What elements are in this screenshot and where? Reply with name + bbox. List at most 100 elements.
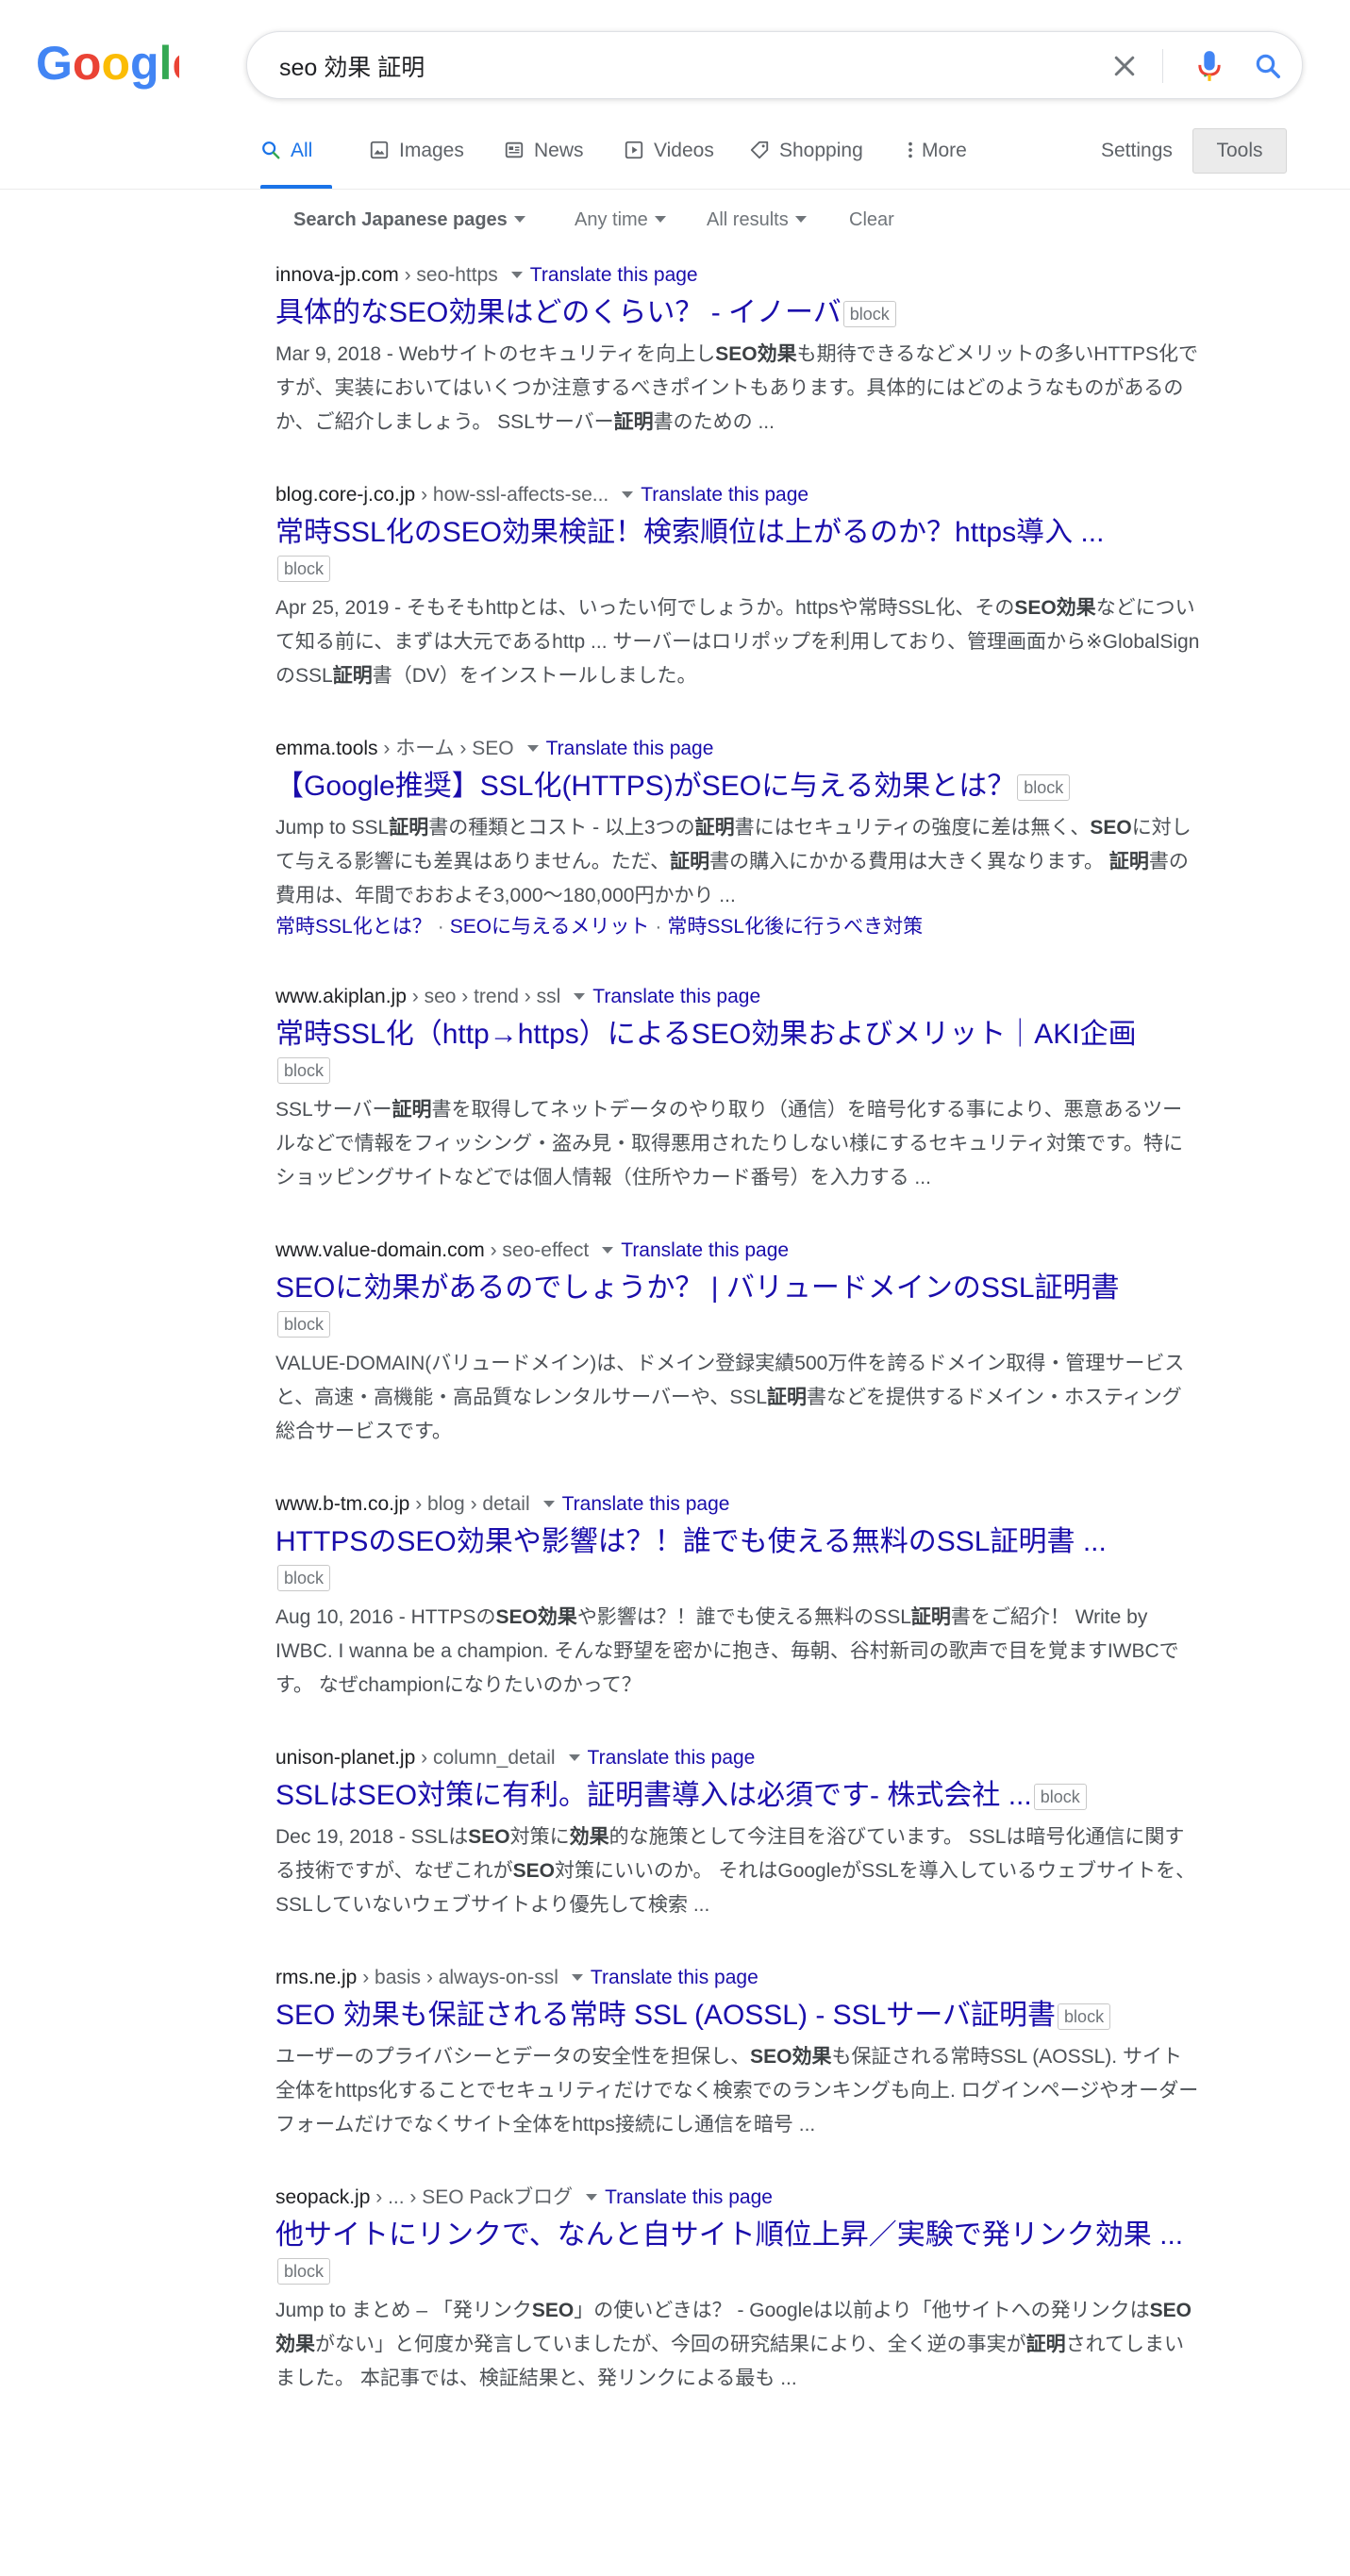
block-button[interactable]: block bbox=[277, 1057, 331, 1084]
result-title-row: SSLはSEO対策に有利。証明書導入は必須です- 株式会社 ... block bbox=[275, 1776, 1200, 1815]
snippet-highlight: 証明 bbox=[694, 817, 735, 839]
result-snippet: SSLサーバー証明書を取得してネットデータのやり取り（通信）を暗号化する事により… bbox=[275, 1093, 1200, 1195]
result-options-caret[interactable] bbox=[510, 272, 523, 278]
result-title-row: 他サイトにリンクで、なんと自サイト順位上昇／実験で発リンク効果 ... bbox=[275, 2216, 1200, 2254]
snippet-text: Jump to SSL bbox=[275, 817, 390, 839]
result-site: www.b-tm.co.jp bbox=[275, 1493, 410, 1515]
block-button[interactable]: block bbox=[1017, 774, 1071, 802]
block-button[interactable]: block bbox=[1058, 2003, 1111, 2031]
block-button[interactable]: block bbox=[1033, 1784, 1087, 1811]
result-snippet: Jump to まとめ – 「発リンクSEO」の使いどきは？ - Googleは… bbox=[275, 2294, 1200, 2396]
snippet-text: 書の購入にかかる費用は大きく異なります。 bbox=[709, 851, 1109, 873]
snippet-text: 書にはセキュリティの強度に差は無く、 bbox=[734, 817, 1091, 839]
clear-filters-link[interactable]: Clear bbox=[849, 209, 894, 231]
google-logo-wordmark: Google bbox=[36, 37, 179, 90]
result-path: › seo-https bbox=[398, 264, 498, 286]
block-button[interactable]: block bbox=[842, 301, 896, 328]
block-button[interactable]: block bbox=[277, 2258, 331, 2285]
translate-link[interactable]: Translate this page bbox=[530, 264, 698, 286]
google-logo[interactable]: Google bbox=[36, 36, 179, 91]
block-button[interactable]: block bbox=[277, 1311, 331, 1338]
result-options-caret[interactable] bbox=[571, 1974, 583, 1981]
clear-search-button[interactable] bbox=[1106, 47, 1143, 85]
result-snippet: Mar 9, 2018 - Webサイトのセキュリティを向上しSEO効果も期待で… bbox=[275, 338, 1200, 440]
time-filter[interactable]: Any time bbox=[575, 209, 666, 231]
search-icon bbox=[260, 140, 281, 160]
sitelink[interactable]: 常時SSL化とは？ bbox=[275, 916, 432, 938]
search-button[interactable] bbox=[1249, 47, 1287, 85]
snippet-highlight: SEO効果 bbox=[495, 1606, 577, 1628]
search-box-divider bbox=[1162, 49, 1163, 83]
result-title-link[interactable]: SEO 効果も保証される常時 SSL (AOSSL) - SSLサーバ証明書 bbox=[275, 2000, 1056, 2031]
result-title-link[interactable]: SEOに効果があるのでしょうか？ | バリュードメインのSSL証明書 bbox=[275, 1272, 1120, 1304]
translate-link[interactable]: Translate this page bbox=[591, 1967, 758, 1988]
tab-images[interactable]: Images bbox=[369, 128, 464, 189]
snippet-highlight: SEO効果 bbox=[715, 343, 797, 365]
translate-link[interactable]: Translate this page bbox=[605, 2186, 773, 2208]
result-title-link[interactable]: 常時SSL化のSEO効果検証！検索順位は上がるのか？https導入 ... bbox=[275, 517, 1104, 548]
search-input[interactable] bbox=[277, 45, 1055, 87]
result-title-link[interactable]: 【Google推奨】SSL化(HTTPS)がSEOに与える効果とは？ bbox=[275, 771, 1015, 802]
voice-search-button[interactable] bbox=[1191, 47, 1228, 85]
translate-link[interactable]: Translate this page bbox=[641, 484, 808, 506]
snippet-text: 書の種類とコスト - 以上3つの bbox=[428, 817, 695, 839]
result-title-row: 【Google推奨】SSL化(HTTPS)がSEOに与える効果とは？ block bbox=[275, 767, 1200, 806]
result-site: www.value-domain.com bbox=[275, 1239, 485, 1261]
sitelink-separator: · bbox=[655, 916, 662, 938]
result-url: rms.ne.jp › basis › always-on-ssl Transla… bbox=[275, 1965, 1200, 1991]
snippet-highlight: 証明 bbox=[389, 817, 429, 839]
chevron-down-icon bbox=[654, 216, 666, 223]
snippet-text: 対策に bbox=[509, 1826, 570, 1848]
tab-all[interactable]: All bbox=[260, 128, 332, 189]
sitelink[interactable]: 常時SSL化後に行うべき対策 bbox=[667, 916, 923, 938]
snippet-text: 書（DV）をインストールしました。 bbox=[372, 665, 697, 687]
video-icon bbox=[624, 140, 644, 160]
result-options-caret[interactable] bbox=[574, 993, 586, 1000]
result-title-link[interactable]: SSLはSEO対策に有利。証明書導入は必須です- 株式会社 ... bbox=[275, 1780, 1032, 1811]
translate-link[interactable]: Translate this page bbox=[562, 1493, 730, 1515]
result-options-caret[interactable] bbox=[568, 1754, 580, 1761]
result-title-row: SEOに効果があるのでしょうか？ | バリュードメインのSSL証明書 bbox=[275, 1269, 1200, 1307]
result-options-caret[interactable] bbox=[586, 2194, 598, 2201]
block-button[interactable]: block bbox=[277, 556, 331, 582]
sitelink[interactable]: SEOに与えるメリット bbox=[450, 916, 650, 938]
result-options-caret[interactable] bbox=[526, 745, 539, 752]
translate-link[interactable]: Translate this page bbox=[592, 986, 760, 1007]
block-button[interactable]: block bbox=[277, 1565, 331, 1591]
result-url: www.akiplan.jp › seo › trend › ssl Transl… bbox=[275, 984, 1200, 1010]
results-filter[interactable]: All results bbox=[707, 209, 807, 231]
snippet-highlight: SEO bbox=[531, 2300, 575, 2321]
search-result: www.b-tm.co.jp › blog › detail Translate … bbox=[275, 1491, 1200, 1703]
chevron-down-icon bbox=[513, 216, 525, 223]
settings-link[interactable]: Settings bbox=[1101, 140, 1173, 162]
tab-more[interactable]: More bbox=[907, 128, 967, 189]
result-title-link[interactable]: 他サイトにリンクで、なんと自サイト順位上昇／実験で発リンク効果 ... bbox=[275, 2219, 1183, 2251]
tab-more-label: More bbox=[922, 140, 967, 161]
result-options-caret[interactable] bbox=[542, 1501, 555, 1507]
tab-news[interactable]: News bbox=[504, 128, 584, 189]
result-title-link[interactable]: 常時SSL化（http→https）によるSEO効果およびメリット｜AKI企画 bbox=[275, 1019, 1137, 1050]
search-result: unison-planet.jp › column_detail Translat… bbox=[275, 1745, 1200, 1922]
snippet-highlight: 証明 bbox=[1108, 851, 1149, 873]
result-title-link[interactable]: 具体的なSEO効果はどのくらい？ - イノーバ bbox=[275, 297, 842, 328]
result-options-caret[interactable] bbox=[602, 1247, 614, 1254]
translate-link[interactable]: Translate this page bbox=[546, 738, 714, 759]
news-icon bbox=[504, 140, 525, 160]
snippet-text: や影響は？！誰でも使える無料のSSL bbox=[576, 1606, 911, 1628]
tab-news-label: News bbox=[534, 140, 584, 161]
result-site: seopack.jp bbox=[275, 2186, 371, 2208]
tab-videos[interactable]: Videos bbox=[624, 128, 714, 189]
result-title-link[interactable]: HTTPSのSEO効果や影響は？！誰でも使える無料のSSL証明書 ... bbox=[275, 1526, 1107, 1557]
result-options-caret[interactable] bbox=[622, 491, 634, 498]
translate-link[interactable]: Translate this page bbox=[588, 1747, 756, 1769]
result-site: innova-jp.com bbox=[275, 264, 399, 286]
language-filter[interactable]: Search Japanese pages bbox=[293, 209, 525, 231]
tab-shopping[interactable]: Shopping bbox=[749, 128, 863, 189]
snippet-highlight: SEO bbox=[468, 1826, 510, 1848]
tools-button[interactable]: Tools bbox=[1192, 128, 1287, 174]
chevron-down-icon bbox=[794, 216, 807, 223]
search-result: seopack.jp › ... › SEO Packブログ Translate … bbox=[275, 2185, 1200, 2396]
snippet-highlight: 証明 bbox=[910, 1606, 951, 1628]
result-url: innova-jp.com › seo-https Translate this … bbox=[275, 262, 1200, 289]
translate-link[interactable]: Translate this page bbox=[621, 1239, 789, 1261]
